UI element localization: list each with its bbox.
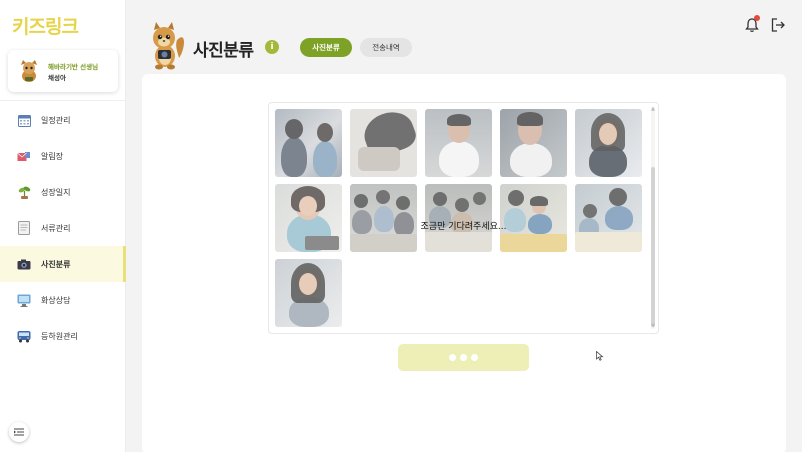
mail-icon [17, 149, 31, 163]
bus-icon [17, 329, 31, 343]
sidebar-item-label: 화상상담 [41, 295, 71, 305]
send-button-loading[interactable] [398, 344, 529, 371]
calendar-icon [17, 113, 31, 127]
sidebar-item-attendance[interactable]: 등하원관리 [0, 318, 126, 354]
sidebar-item-video-consult[interactable]: 화상상담 [0, 282, 126, 318]
sprout-icon [17, 185, 31, 199]
loading-message: 조금만 기다려주세요... [420, 222, 507, 232]
sidebar-item-label: 일정관리 [41, 115, 71, 125]
profile-name: 채성아 [48, 74, 66, 82]
monitor-icon [17, 293, 31, 307]
tab-send-history[interactable]: 전송내역 [360, 38, 412, 57]
sidebar: 키즈링크 해바라기반 선생님 채성아 일정관리 알림장 성장일지 서류관리 사진… [0, 0, 126, 452]
app-logo[interactable]: 키즈링크 [12, 12, 79, 39]
camera-icon [17, 257, 31, 271]
sidebar-item-photo-sort[interactable]: 사진분류 [0, 246, 126, 282]
document-icon [17, 221, 31, 235]
tab-photo-sort[interactable]: 사진분류 [300, 38, 352, 57]
sidebar-divider [0, 100, 126, 101]
loading-dot [449, 354, 456, 361]
mouse-cursor-icon [596, 351, 604, 361]
mascot-squirrel-icon [153, 22, 184, 70]
sidebar-item-label: 성장일지 [41, 187, 71, 197]
loading-overlay [268, 102, 659, 334]
menu-collapse-icon [14, 428, 24, 436]
sidebar-item-documents[interactable]: 서류관리 [0, 210, 126, 246]
loading-dot [460, 354, 467, 361]
sidebar-item-label: 알림장 [41, 151, 64, 161]
sidebar-collapse-button[interactable] [9, 422, 29, 442]
sidebar-item-schedule[interactable]: 일정관리 [0, 102, 126, 138]
logout-icon[interactable] [770, 17, 786, 33]
page-title: 사진분류 [193, 41, 254, 61]
sidebar-item-notice[interactable]: 알림장 [0, 138, 126, 174]
profile-card[interactable]: 해바라기반 선생님 채성아 [8, 50, 118, 92]
notification-badge [754, 15, 760, 21]
sidebar-item-label: 사진분류 [41, 259, 71, 269]
loading-dot [471, 354, 478, 361]
sidebar-nav: 일정관리 알림장 성장일지 서류관리 사진분류 화상상담 등하원관리 [0, 102, 126, 354]
info-icon[interactable]: i [265, 40, 279, 54]
sidebar-item-label: 등하원관리 [41, 331, 78, 341]
avatar [21, 60, 37, 82]
sidebar-item-growth-log[interactable]: 성장일지 [0, 174, 126, 210]
sidebar-item-label: 서류관리 [41, 223, 71, 233]
profile-school: 해바라기반 선생님 [48, 63, 99, 71]
